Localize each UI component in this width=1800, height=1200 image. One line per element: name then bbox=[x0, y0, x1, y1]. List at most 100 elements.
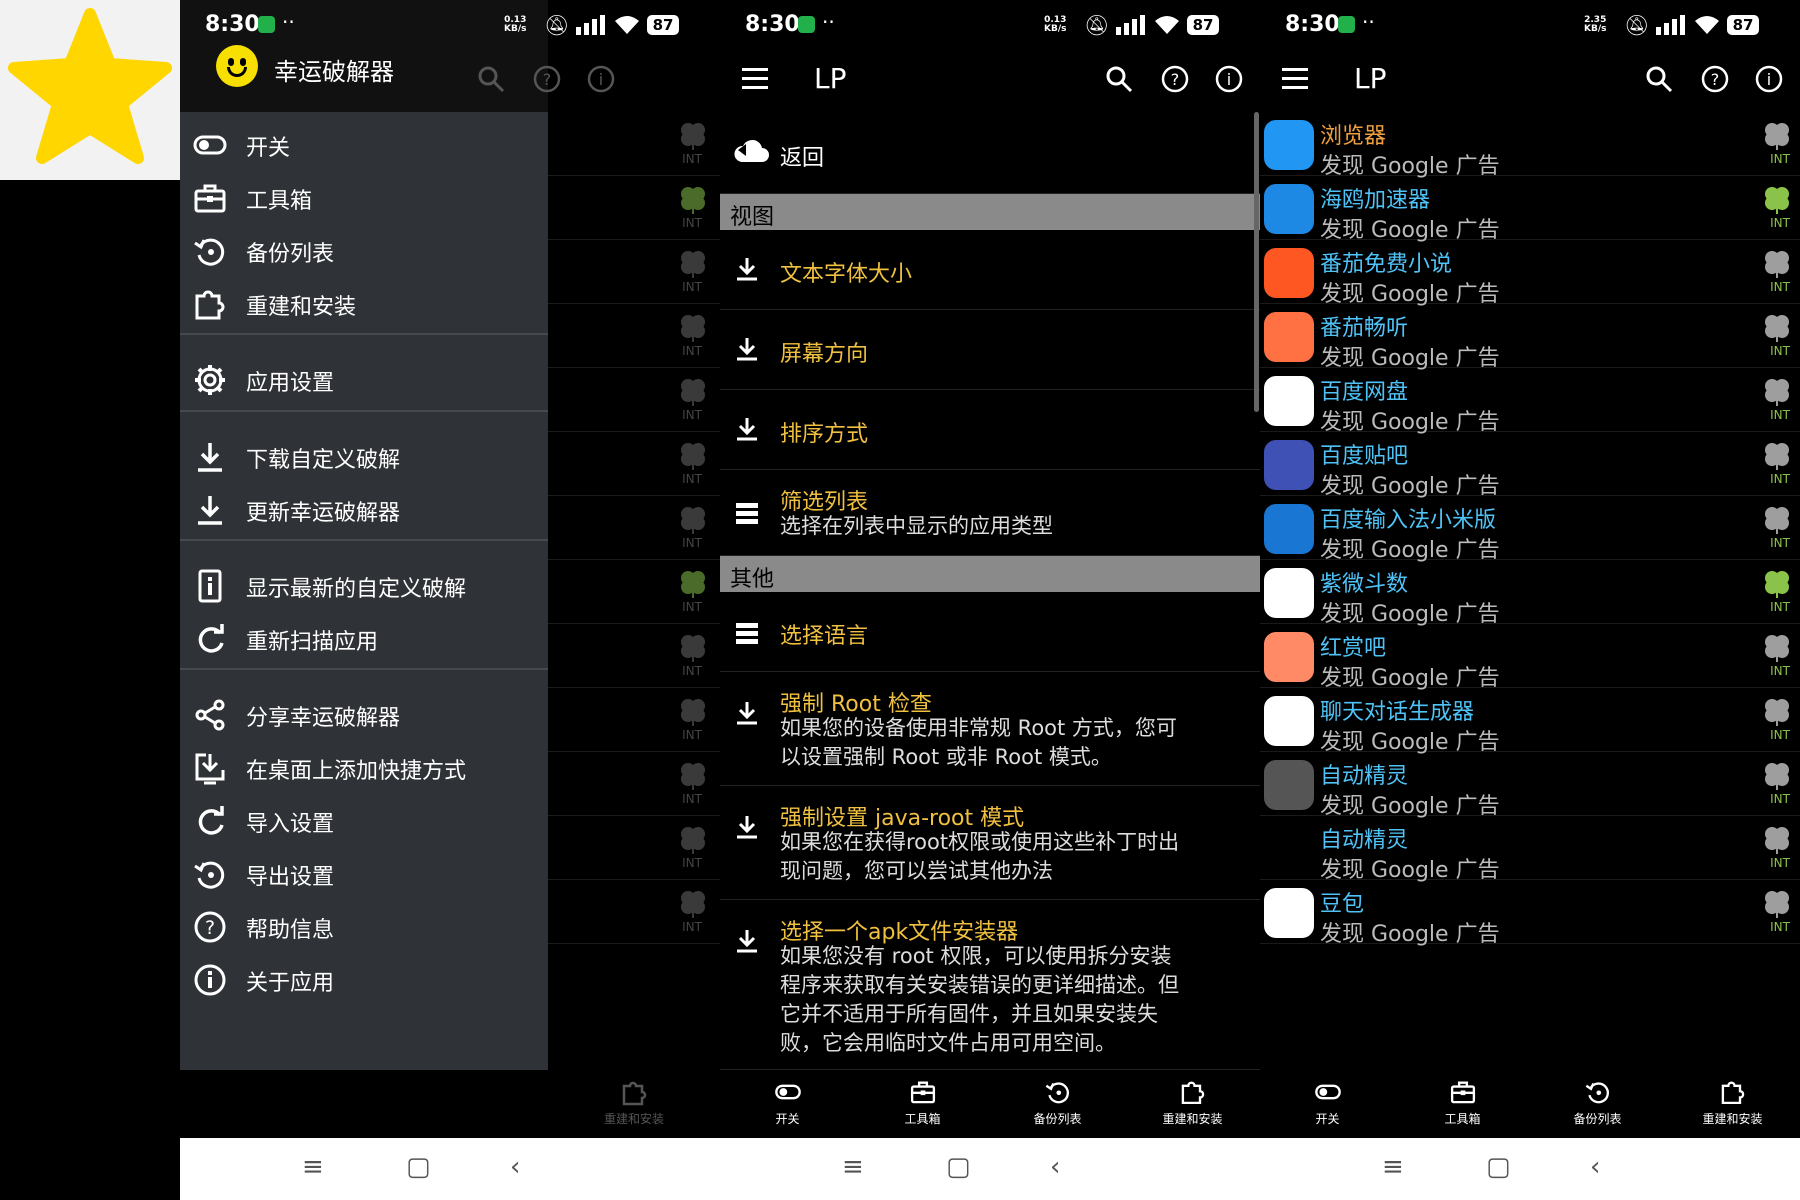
drawer-item[interactable]: 更新幸运破解器 bbox=[180, 480, 548, 540]
nav-backup[interactable]: 备份列表 bbox=[990, 1078, 1125, 1127]
list-item[interactable]: 自动精灵 发现 Google 广告 INT bbox=[1260, 816, 1800, 883]
drawer-item[interactable]: 工具箱 bbox=[180, 168, 548, 228]
list-item[interactable]: 海鸥加速器 发现 Google 广告 INT bbox=[1260, 176, 1800, 243]
app-name: 番茄畅听 bbox=[1320, 316, 1409, 341]
info-icon[interactable]: i bbox=[586, 64, 616, 94]
nav-toolbox[interactable]: 工具箱 bbox=[855, 1078, 990, 1127]
setting-java-root[interactable]: 强制设置 java-root 模式 如果您在获得root权限或使用这些补丁时出现… bbox=[720, 786, 1260, 900]
home-button[interactable]: ▢ bbox=[946, 1152, 971, 1182]
list-item[interactable]: INT bbox=[548, 368, 720, 432]
list-item[interactable]: INT bbox=[548, 880, 720, 944]
drawer-item[interactable]: 重建和安装 bbox=[180, 274, 548, 334]
drawer-item[interactable]: 显示最新的自定义破解 bbox=[180, 556, 548, 616]
back-button[interactable]: ‹ bbox=[510, 1152, 520, 1182]
app-icon bbox=[1264, 824, 1314, 874]
list-item[interactable]: INT bbox=[548, 752, 720, 816]
nav-label: 重建和安装 bbox=[1702, 1112, 1763, 1126]
setting-filter[interactable]: 筛选列表 选择在列表中显示的应用类型 bbox=[720, 470, 1260, 556]
list-item[interactable]: INT bbox=[548, 176, 720, 240]
clover-icon bbox=[678, 696, 708, 726]
setting-font-size[interactable]: 文本字体大小 bbox=[720, 230, 1260, 310]
list-item[interactable]: INT bbox=[548, 496, 720, 560]
list-item[interactable]: 紫微斗数 发现 Google 广告 INT bbox=[1260, 560, 1800, 627]
setting-force-root[interactable]: 强制 Root 检查 如果您的设备使用非常规 Root 方式，您可 以设置强制 R… bbox=[720, 672, 1260, 786]
puzzle-icon bbox=[622, 1081, 647, 1106]
list-item[interactable]: INT bbox=[548, 688, 720, 752]
list-item[interactable]: 百度贴吧 发现 Google 广告 INT bbox=[1260, 432, 1800, 499]
list-item[interactable]: 自动精灵 发现 Google 广告 INT bbox=[1260, 752, 1800, 819]
help-icon[interactable]: ? bbox=[532, 64, 562, 94]
toggle-icon bbox=[1314, 1084, 1341, 1100]
list-item[interactable]: INT bbox=[548, 112, 720, 176]
list-item[interactable]: INT bbox=[548, 624, 720, 688]
scrollbar[interactable] bbox=[1254, 112, 1259, 412]
drawer-item[interactable]: 应用设置 bbox=[180, 350, 548, 410]
drawer-item[interactable]: 导出设置 bbox=[180, 844, 548, 904]
back-button[interactable]: ‹ bbox=[1050, 1152, 1060, 1182]
int-tag: INT bbox=[1770, 216, 1790, 230]
drawer-item[interactable]: 开关 bbox=[180, 115, 548, 175]
drawer-item[interactable]: 分享幸运破解器 bbox=[180, 685, 548, 745]
list-item[interactable]: 番茄免费小说 发现 Google 广告 INT bbox=[1260, 240, 1800, 307]
drawer-item-label: 工具箱 bbox=[246, 189, 313, 214]
list-item[interactable]: 浏览器 发现 Google 广告 INT bbox=[1260, 112, 1800, 179]
bottom-nav-partial: 重建和安装 bbox=[180, 1070, 720, 1138]
nav-label: 重建和安装 bbox=[603, 1112, 664, 1126]
search-icon[interactable] bbox=[1104, 64, 1134, 94]
nav-toolbox[interactable]: 工具箱 bbox=[1395, 1078, 1530, 1127]
nav-label: 备份列表 bbox=[1033, 1112, 1082, 1126]
nav-puzzle[interactable]: 重建和安装 bbox=[1665, 1078, 1800, 1127]
home-button[interactable]: ▢ bbox=[1486, 1152, 1511, 1182]
list-item[interactable]: 番茄畅听 发现 Google 广告 INT bbox=[1260, 304, 1800, 371]
system-nav-bar: ≡ ▢ ‹ bbox=[180, 1138, 720, 1200]
recent-apps-button[interactable]: ≡ bbox=[842, 1152, 864, 1182]
search-icon[interactable] bbox=[1644, 64, 1674, 94]
int-tag: INT bbox=[1770, 600, 1790, 614]
setting-apk-installer[interactable]: 选择一个apk文件安装器 如果您没有 root 权限，可以使用拆分安装 程序来获取… bbox=[720, 900, 1260, 1070]
settings-back[interactable]: 返回 bbox=[720, 114, 1260, 194]
int-tag: INT bbox=[682, 664, 702, 678]
divider bbox=[180, 410, 548, 412]
int-tag: INT bbox=[1770, 792, 1790, 806]
drawer-item[interactable]: 备份列表 bbox=[180, 221, 548, 281]
setting-sort[interactable]: 排序方式 bbox=[720, 390, 1260, 470]
setting-language[interactable]: 选择语言 bbox=[720, 592, 1260, 672]
menu-icon[interactable] bbox=[1282, 68, 1308, 89]
list-item[interactable]: INT bbox=[548, 816, 720, 880]
recent-apps-button[interactable]: ≡ bbox=[302, 1152, 324, 1182]
drawer-item[interactable]: 重新扫描应用 bbox=[180, 609, 548, 669]
list-item[interactable]: INT bbox=[548, 240, 720, 304]
home-button[interactable]: ▢ bbox=[406, 1152, 431, 1182]
nav-rebuild[interactable]: 重建和安装 bbox=[548, 1078, 720, 1127]
back-button[interactable]: ‹ bbox=[1590, 1152, 1600, 1182]
drawer-item[interactable]: 导入设置 bbox=[180, 791, 548, 851]
help-icon[interactable]: ? bbox=[1160, 64, 1190, 94]
nav-puzzle[interactable]: 重建和安装 bbox=[1125, 1078, 1260, 1127]
drawer-item[interactable]: 关于应用 bbox=[180, 950, 548, 1010]
drawer-item[interactable]: 下载自定义破解 bbox=[180, 427, 548, 487]
drawer-item[interactable]: ? 帮助信息 bbox=[180, 897, 548, 957]
setting-orientation[interactable]: 屏幕方向 bbox=[720, 310, 1260, 390]
list-item[interactable]: INT bbox=[548, 432, 720, 496]
menu-icon[interactable] bbox=[742, 68, 768, 89]
list-item[interactable]: INT bbox=[548, 304, 720, 368]
list-item[interactable]: 豆包 发现 Google 广告 INT bbox=[1260, 880, 1800, 947]
list-item[interactable]: 百度网盘 发现 Google 广告 INT bbox=[1260, 368, 1800, 435]
search-icon[interactable] bbox=[476, 64, 506, 94]
recent-apps-button[interactable]: ≡ bbox=[1382, 1152, 1404, 1182]
nav-backup[interactable]: 备份列表 bbox=[1530, 1078, 1665, 1127]
app-icon bbox=[1264, 632, 1314, 682]
info-icon[interactable]: i bbox=[1754, 64, 1784, 94]
share-icon bbox=[192, 697, 228, 733]
list-item[interactable]: 红赏吧 发现 Google 广告 INT bbox=[1260, 624, 1800, 691]
help-icon[interactable]: ? bbox=[1700, 64, 1730, 94]
setting-title: 选择语言 bbox=[780, 624, 869, 649]
settings-screen: 8:30 ·· 0.13 KB/s 🔕︎ 87 LP ? i 返回 视图 文本字体… bbox=[720, 0, 1260, 1200]
nav-toggle[interactable]: 开关 bbox=[1260, 1078, 1395, 1127]
nav-toggle[interactable]: 开关 bbox=[720, 1078, 855, 1127]
list-item[interactable]: 聊天对话生成器 发现 Google 广告 INT bbox=[1260, 688, 1800, 755]
info-icon[interactable]: i bbox=[1214, 64, 1244, 94]
list-item[interactable]: INT bbox=[548, 560, 720, 624]
drawer-item[interactable]: 在桌面上添加快捷方式 bbox=[180, 738, 548, 798]
list-item[interactable]: 百度输入法小米版 发现 Google 广告 INT bbox=[1260, 496, 1800, 563]
